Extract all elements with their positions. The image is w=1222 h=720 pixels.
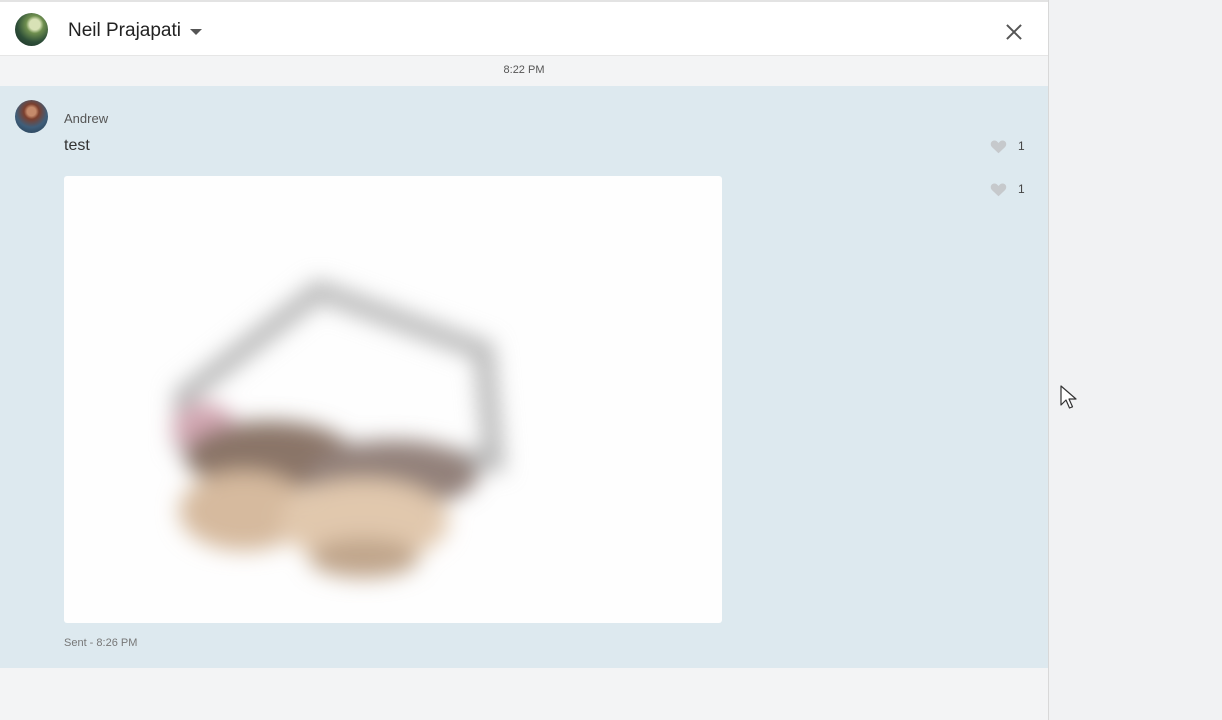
caret-down-icon[interactable] (190, 29, 202, 35)
mouse-cursor-icon (1060, 385, 1077, 409)
message-item: Andrew test Sent - 8:26 PM 1 1 (0, 86, 1048, 668)
time-divider: 8:22 PM (503, 64, 545, 76)
image-attachment[interactable] (64, 176, 722, 623)
right-pane (1049, 0, 1222, 720)
sender-avatar[interactable] (15, 100, 48, 133)
sender-name[interactable]: Andrew (64, 111, 108, 126)
like-button[interactable]: 1 (990, 137, 1025, 155)
message-text: test (64, 137, 90, 154)
like-count: 1 (1018, 139, 1025, 153)
heart-icon (990, 140, 1007, 153)
contact-avatar[interactable] (15, 13, 48, 46)
sent-status: Sent - 8:26 PM (64, 637, 138, 649)
heart-icon (990, 183, 1007, 196)
attachment-photo (172, 279, 506, 578)
like-button[interactable]: 1 (990, 180, 1025, 198)
contact-name[interactable]: Neil Prajapati (68, 20, 181, 42)
like-count: 1 (1018, 182, 1025, 196)
chat-header: Neil Prajapati (0, 0, 1048, 56)
chat-pane: Neil Prajapati 8:22 PM Andrew test Sent … (0, 0, 1049, 720)
close-icon[interactable] (1002, 20, 1026, 44)
